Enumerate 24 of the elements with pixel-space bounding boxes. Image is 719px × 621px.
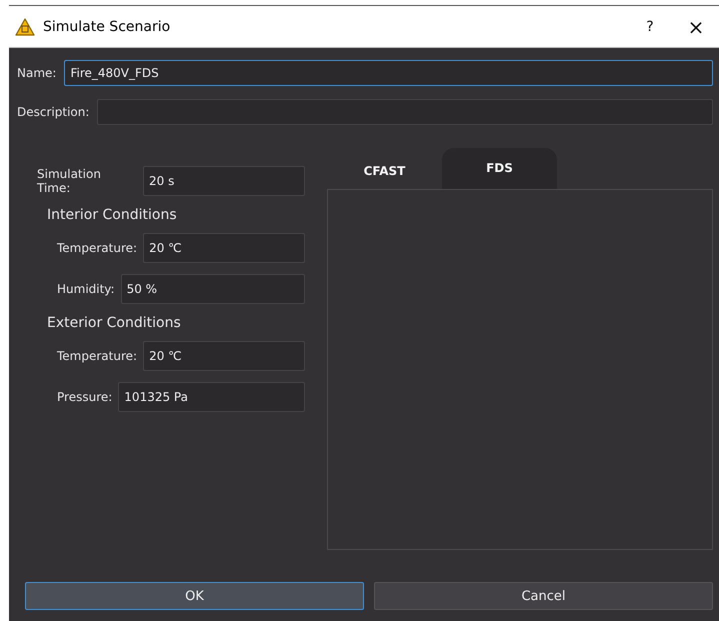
warning-triangle-icon (15, 18, 35, 36)
field-label: Temperature: (57, 241, 138, 255)
field-label: Description: (17, 105, 90, 119)
value-field[interactable]: 20 ℃ (143, 233, 306, 263)
field-label: Simulation Time: (37, 167, 102, 195)
field-label: Pressure: (57, 390, 112, 404)
dialog-button[interactable]: OK (25, 582, 364, 610)
value-field[interactable]: 101325 Pa (118, 382, 305, 412)
field-label: Humidity: (57, 282, 115, 296)
tab[interactable]: CFAST (327, 148, 442, 189)
dialog-button[interactable]: Cancel (374, 582, 713, 610)
field-label: Temperature: (57, 349, 138, 363)
name-field[interactable]: Fire_480V_FDS (64, 60, 713, 86)
simulation-time-field[interactable]: 20 s (143, 166, 305, 196)
group-heading: Interior Conditions (47, 207, 178, 223)
value-field[interactable]: 50 % (120, 274, 305, 304)
value-field[interactable]: 20 ℃ (143, 341, 306, 371)
description-field[interactable] (97, 99, 713, 125)
window-title: Simulate Scenario (43, 18, 172, 34)
group-heading: Exterior Conditions (47, 315, 182, 331)
field-label: Name: (17, 66, 56, 80)
close-button[interactable]: × (673, 6, 719, 46)
tab[interactable]: FDS (442, 148, 557, 189)
help-button[interactable]: ? (627, 6, 673, 46)
